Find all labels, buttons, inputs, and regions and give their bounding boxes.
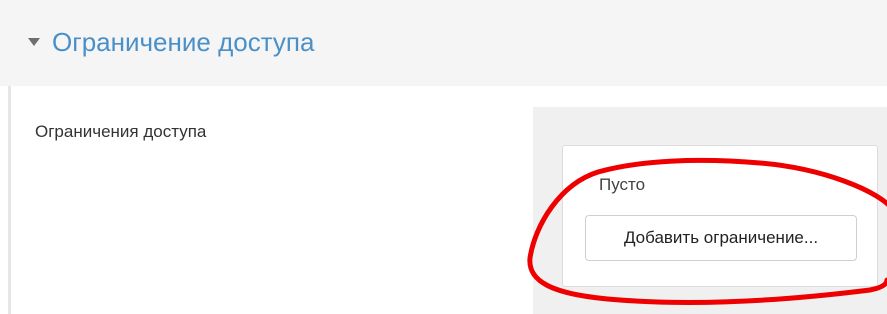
restrictions-empty-text: Пусто	[599, 175, 646, 194]
section-header: Ограничение доступа	[0, 0, 887, 86]
add-restriction-button[interactable]: Добавить ограничение...	[585, 215, 857, 261]
section-collapse-toggle[interactable]: Ограничение доступа	[10, 25, 314, 59]
access-restrictions-label: Ограничения доступа	[35, 122, 207, 141]
page: Ограничение доступа Ограничения доступа …	[0, 0, 887, 314]
content-left-border	[8, 86, 11, 314]
section-title: Ограничение доступа	[52, 27, 315, 57]
caret-down-icon	[28, 38, 40, 46]
